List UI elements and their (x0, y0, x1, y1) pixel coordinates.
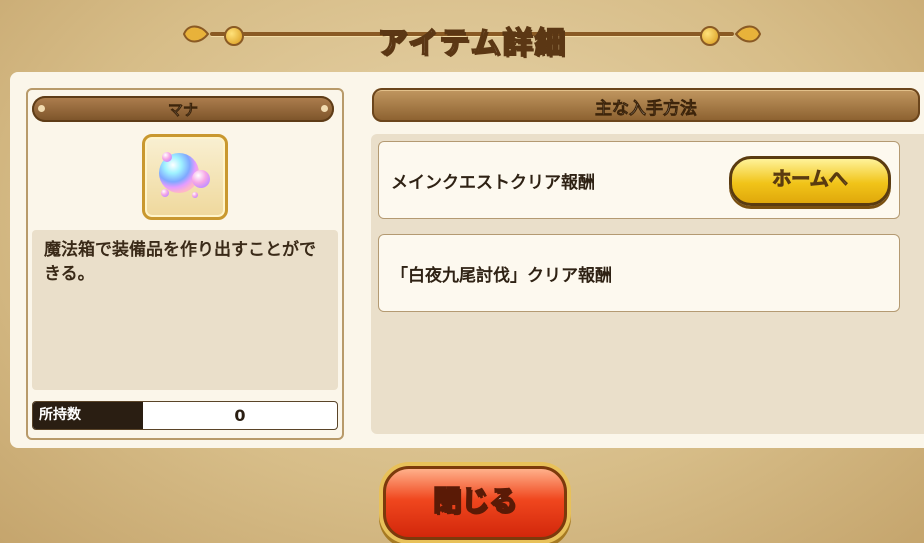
mana-orb-icon (159, 152, 210, 198)
acquisition-method-item: メインクエストクリア報酬 ホームへ (378, 141, 900, 219)
acquisition-method-item: 「白夜九尾討伐」クリア報酬 (378, 234, 900, 312)
title-banner: アイテム詳細 (180, 6, 764, 62)
item-name: マナ (167, 101, 199, 120)
acquisition-method-text: メインクエストクリア報酬 (391, 173, 595, 193)
acquisition-header: 主な入手方法 (372, 88, 920, 122)
item-description: 魔法箱で装備品を作り出すことができる。 (44, 240, 316, 284)
item-name-bar: マナ (32, 96, 334, 122)
close-button[interactable]: 閉じる (383, 466, 567, 540)
dialog-title: アイテム詳細 (377, 25, 567, 62)
acquisition-method-text: 「白夜九尾討伐」クリア報酬 (391, 266, 612, 286)
item-description-box: 魔法箱で装備品を作り出すことができる。 (32, 230, 338, 390)
owned-count-row: 所持数 0 (32, 401, 338, 430)
item-icon-frame (142, 134, 228, 220)
dialog-frame: アイテム詳細 マナ 魔法箱で装備品を作り出すことができる。 所持数 0 主な入手… (0, 0, 924, 543)
item-card: マナ 魔法箱で装備品を作り出すことができる。 所持数 0 (26, 88, 344, 440)
acquisition-header-label: 主な入手方法 (595, 99, 698, 120)
owned-count-label: 所持数 (33, 402, 143, 429)
owned-count-value: 0 (234, 406, 246, 425)
go-home-button[interactable]: ホームへ (729, 156, 891, 206)
